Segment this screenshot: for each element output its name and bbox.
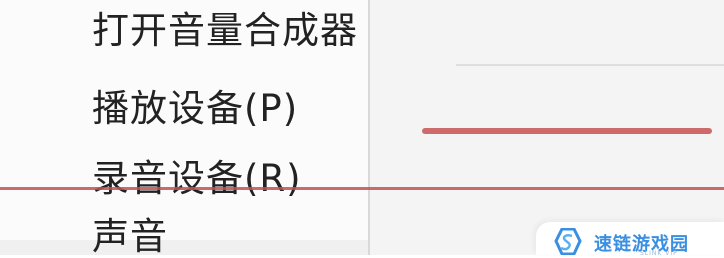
hexagon-s-logo-icon [554,228,582,255]
menu-item-sounds[interactable]: 声音 [92,218,168,255]
menu-separator [456,64,724,66]
menu-left-border [368,0,370,255]
taskbar-edge [0,240,370,255]
annotation-underline-playback [422,128,712,134]
menu-item-playback-devices[interactable]: 播放设备(P) [92,90,298,127]
watermark-subtext: SLINK VIP [640,250,678,257]
annotation-line-horizontal [0,187,724,190]
menu-item-recording-devices[interactable]: 录音设备(R) [92,160,302,197]
menu-item-open-volume-mixer[interactable]: 打开音量合成器 [92,12,358,49]
